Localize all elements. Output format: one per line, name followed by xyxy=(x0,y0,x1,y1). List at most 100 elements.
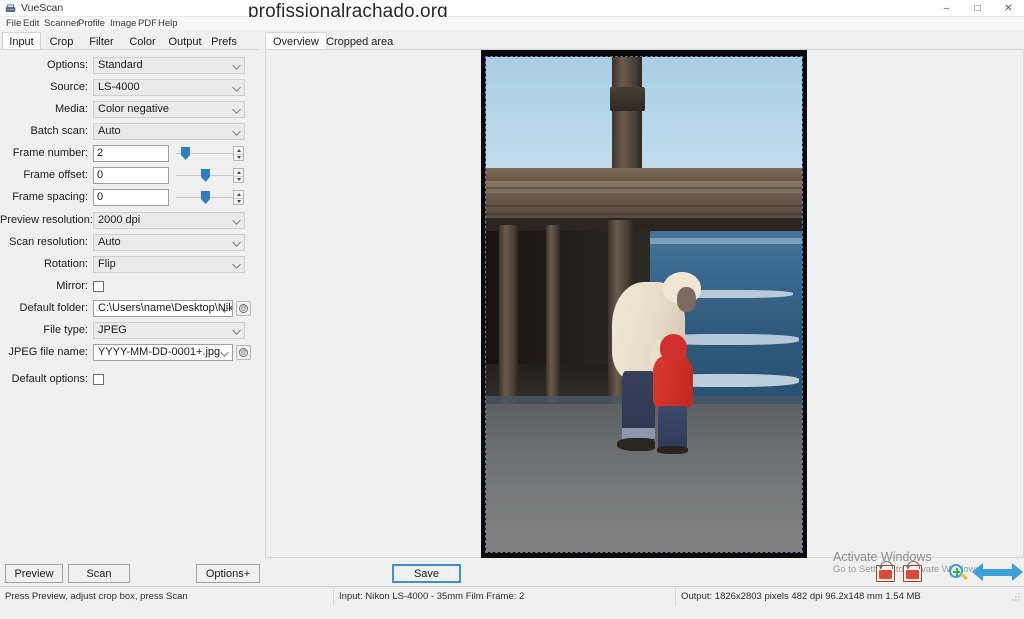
scan-resolution-label: Scan resolution: xyxy=(9,236,88,248)
file-type-label: File type: xyxy=(43,324,88,336)
source-label: Source: xyxy=(50,81,88,93)
maximize-button[interactable]: □ xyxy=(962,0,993,17)
preview-resolution-select[interactable]: 2000 dpi xyxy=(93,212,245,229)
field-scan-resolution: Scan resolution: Auto xyxy=(0,233,258,252)
tab-prefs[interactable]: Prefs xyxy=(207,32,241,50)
media-select[interactable]: Color negative xyxy=(93,101,245,118)
menu-help[interactable]: Help xyxy=(155,17,181,30)
scan-button[interactable]: Scan xyxy=(68,564,130,583)
rotation-label: Rotation: xyxy=(43,258,88,270)
menu-profile[interactable]: Profile xyxy=(75,17,108,30)
scan-resolution-select[interactable]: Auto xyxy=(93,234,245,251)
stepper-down-button[interactable] xyxy=(234,154,243,161)
scan-resolution-value: Auto xyxy=(98,236,121,248)
frame-number-input[interactable]: 2 xyxy=(93,145,169,162)
field-mirror: Mirror: xyxy=(0,277,258,296)
mirror-checkbox[interactable] xyxy=(93,281,104,292)
default-folder-input[interactable]: C:\Users\name\Desktop\Nikc xyxy=(93,300,233,317)
frame-offset-slider[interactable] xyxy=(176,167,236,184)
rotate-right-button[interactable] xyxy=(903,561,922,582)
slider-thumb[interactable] xyxy=(201,191,210,204)
options-select[interactable]: Standard xyxy=(93,57,245,74)
jpeg-file-name-label: JPEG file name: xyxy=(8,346,88,358)
tab-input[interactable]: Input xyxy=(2,32,41,50)
media-value: Color negative xyxy=(98,103,169,115)
status-input: Input: Nikon LS-4000 - 35mm Film Frame: … xyxy=(333,587,675,606)
menu-bar: File Edit Scanner Profile Image PDF Help xyxy=(0,17,1024,30)
tab-output[interactable]: Output xyxy=(164,32,206,50)
field-frame-number: Frame number: 2 xyxy=(0,144,258,163)
rotate-left-button[interactable] xyxy=(876,561,895,582)
field-preview-resolution: Preview resolution: 2000 dpi xyxy=(0,211,258,230)
save-button[interactable]: Save xyxy=(392,564,461,583)
field-rotation: Rotation: Flip xyxy=(0,255,258,274)
tab-crop[interactable]: Crop xyxy=(43,32,80,50)
frame-offset-stepper[interactable] xyxy=(233,168,244,183)
rotation-value: Flip xyxy=(98,258,116,270)
menu-edit[interactable]: Edit xyxy=(20,17,42,30)
stepper-down-button[interactable] xyxy=(234,176,243,183)
close-button[interactable]: ✕ xyxy=(993,0,1024,17)
default-options-checkbox[interactable] xyxy=(93,374,104,385)
rotate-right-icon xyxy=(903,561,922,582)
batch-scan-value: Auto xyxy=(98,125,121,137)
slider-thumb[interactable] xyxy=(181,147,190,160)
scanner-icon xyxy=(5,4,16,12)
field-file-type: File type: JPEG xyxy=(0,321,258,340)
rotation-select[interactable]: Flip xyxy=(93,256,245,273)
scan-preview-frame[interactable] xyxy=(481,50,807,558)
at-browse-icon: @ xyxy=(239,348,248,357)
vuescan-window: VueScan – □ ✕ profissionalrachado.org Fi… xyxy=(0,0,1024,619)
zoom-in-icon xyxy=(947,563,969,585)
default-folder-label: Default folder: xyxy=(19,302,88,314)
default-folder-value: C:\Users\name\Desktop\Nikc xyxy=(98,302,232,314)
previous-button[interactable] xyxy=(972,563,998,582)
preview-button[interactable]: Preview xyxy=(5,564,63,583)
default-folder-browse-button[interactable]: @ xyxy=(236,301,251,316)
field-frame-spacing: Frame spacing: 0 xyxy=(0,188,258,207)
preview-tab-strip: Overview Cropped area xyxy=(265,31,1024,50)
field-default-options: Default options: xyxy=(0,370,258,389)
tab-filter[interactable]: Filter xyxy=(83,32,120,50)
frame-spacing-label: Frame spacing: xyxy=(12,191,88,203)
jpeg-file-name-input[interactable]: YYYY-MM-DD-0001+.jpg xyxy=(93,344,233,361)
next-arrow-icon xyxy=(997,563,1023,582)
status-bar: Press Preview, adjust crop box, press Sc… xyxy=(0,586,1024,606)
scanned-photo xyxy=(486,57,802,552)
zoom-in-button[interactable] xyxy=(947,563,969,585)
field-media: Media: Color negative xyxy=(0,100,258,119)
at-browse-icon: @ xyxy=(239,304,248,313)
rotate-left-icon xyxy=(876,561,895,582)
default-options-label: Default options: xyxy=(11,373,88,385)
frame-offset-label: Frame offset: xyxy=(23,169,88,181)
frame-number-slider[interactable] xyxy=(176,145,236,162)
frame-spacing-stepper[interactable] xyxy=(233,190,244,205)
jpeg-file-name-browse-button[interactable]: @ xyxy=(236,345,251,360)
stepper-down-button[interactable] xyxy=(234,198,243,205)
frame-offset-input[interactable]: 0 xyxy=(93,167,169,184)
mirror-label: Mirror: xyxy=(56,280,88,292)
input-settings-panel: Options: Standard Source: LS-4000 Media:… xyxy=(0,49,258,558)
tab-cropped-area[interactable]: Cropped area xyxy=(318,32,401,50)
frame-spacing-slider[interactable] xyxy=(176,189,236,206)
file-type-select[interactable]: JPEG xyxy=(93,322,245,339)
options-label: Options: xyxy=(47,59,88,71)
next-button[interactable] xyxy=(997,563,1023,582)
slider-thumb[interactable] xyxy=(201,169,210,182)
jpeg-file-name-value: YYYY-MM-DD-0001+.jpg xyxy=(98,346,221,358)
media-label: Media: xyxy=(54,103,88,115)
file-type-value: JPEG xyxy=(98,324,127,336)
batch-scan-select[interactable]: Auto xyxy=(93,123,245,140)
preview-pane[interactable] xyxy=(265,49,1024,558)
options-plus-button[interactable]: Options+ xyxy=(196,564,260,583)
resize-grip-icon[interactable] xyxy=(1011,592,1021,602)
previous-arrow-icon xyxy=(972,563,998,582)
minimize-button[interactable]: – xyxy=(931,0,962,17)
tab-color[interactable]: Color xyxy=(124,32,161,50)
source-select[interactable]: LS-4000 xyxy=(93,79,245,96)
frame-spacing-input[interactable]: 0 xyxy=(93,189,169,206)
field-frame-offset: Frame offset: 0 xyxy=(0,166,258,185)
status-hint: Press Preview, adjust crop box, press Sc… xyxy=(5,591,188,602)
frame-number-label: Frame number: xyxy=(12,147,88,159)
frame-number-stepper[interactable] xyxy=(233,146,244,161)
